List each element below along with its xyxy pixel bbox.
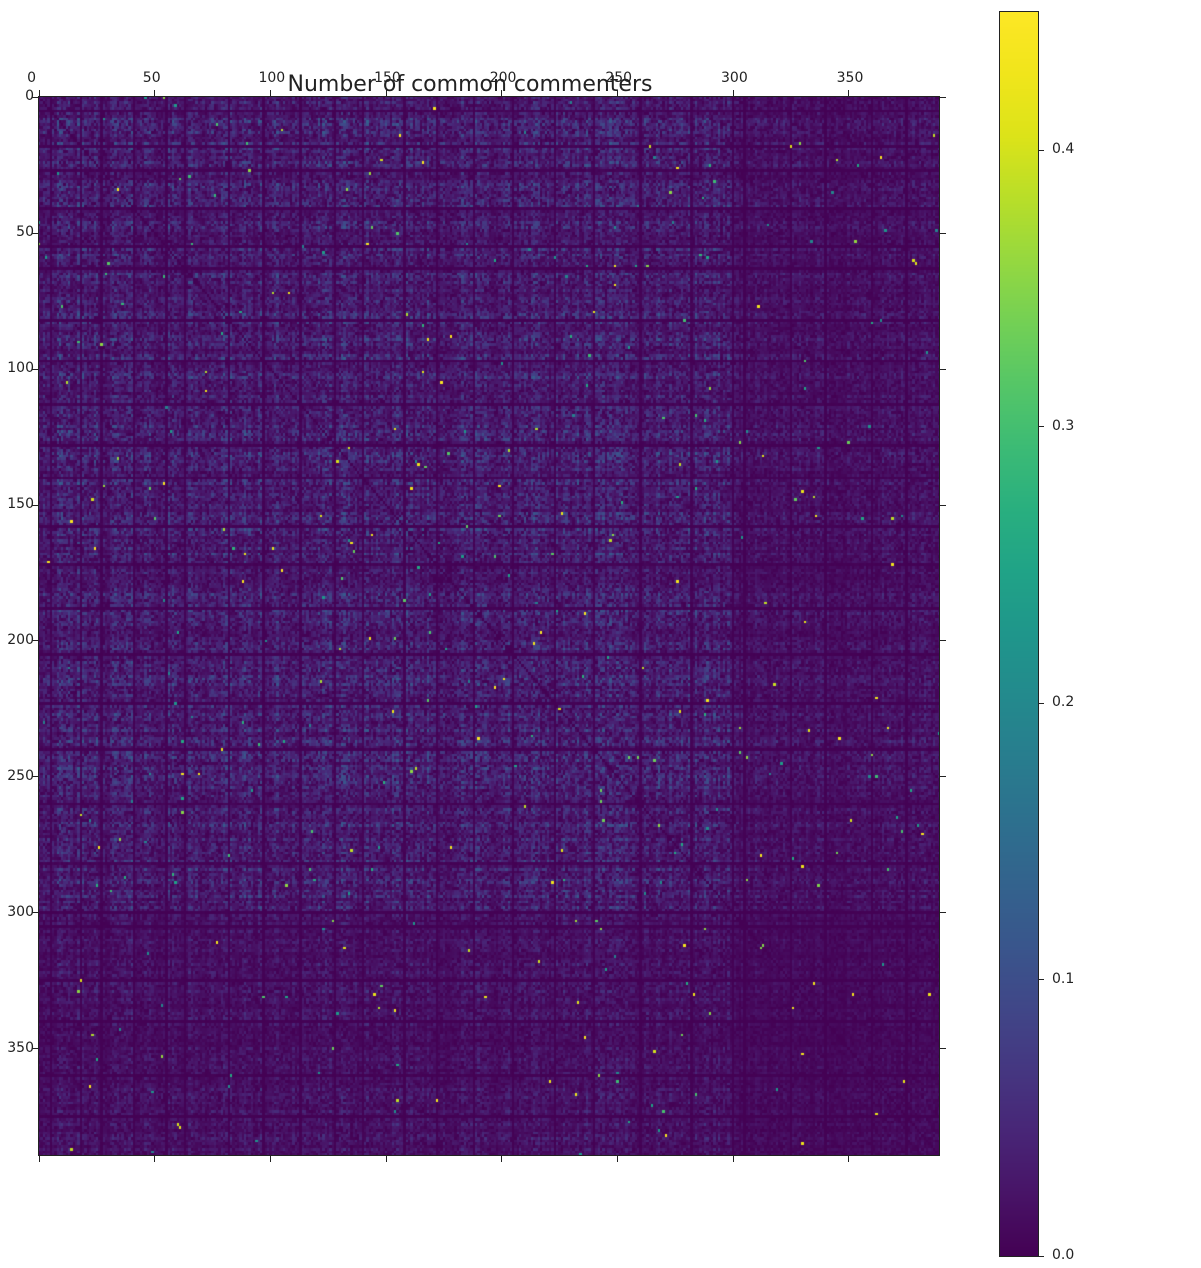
colorbar-tick-label: 0.3	[1052, 418, 1074, 434]
y-tick-mark	[940, 912, 946, 913]
x-tick-mark	[154, 1156, 155, 1162]
x-tick-mark	[501, 90, 502, 96]
y-tick-label: 150	[4, 496, 34, 512]
colorbar-tick-mark	[1038, 426, 1044, 427]
chart-title: Number of common commenters	[0, 72, 940, 97]
colorbar: 0.00.10.20.30.4	[1000, 12, 1038, 1256]
x-tick-label: 100	[258, 70, 285, 86]
y-tick-label: 50	[4, 224, 34, 240]
colorbar-tick-label: 0.1	[1052, 971, 1074, 987]
y-tick-mark	[940, 369, 946, 370]
colorbar-tick-mark	[1038, 703, 1044, 704]
x-tick-mark	[386, 1156, 387, 1162]
y-tick-mark	[940, 97, 946, 98]
x-tick-label: 150	[374, 70, 401, 86]
y-tick-label: 0	[4, 88, 34, 104]
heatmap-canvas	[38, 96, 940, 1156]
x-tick-mark	[270, 90, 271, 96]
x-tick-mark	[39, 90, 40, 96]
x-tick-mark	[501, 1156, 502, 1162]
x-tick-label: 300	[721, 70, 748, 86]
colorbar-tick-label: 0.2	[1052, 694, 1074, 710]
colorbar-tick-label: 0.4	[1052, 141, 1074, 157]
axis-spine-top	[38, 96, 940, 97]
x-tick-label: 50	[143, 70, 161, 86]
x-tick-mark	[386, 90, 387, 96]
axis-spine-bottom	[38, 1155, 940, 1156]
y-tick-label: 200	[4, 632, 34, 648]
x-tick-mark	[617, 90, 618, 96]
y-tick-mark	[940, 776, 946, 777]
x-tick-mark	[848, 90, 849, 96]
figure: { "chart_data": { "type": "heatmap", "ti…	[0, 0, 1201, 1268]
y-tick-label: 250	[4, 768, 34, 784]
x-tick-label: 350	[837, 70, 864, 86]
y-tick-mark	[940, 233, 946, 234]
y-tick-mark	[940, 640, 946, 641]
x-tick-label: 0	[27, 70, 36, 86]
heatmap-plot-area: 050100150200250300350 050100150200250300…	[38, 96, 940, 1156]
axis-spine-left	[38, 96, 39, 1156]
x-tick-mark	[39, 1156, 40, 1162]
x-tick-mark	[733, 90, 734, 96]
colorbar-canvas	[1000, 12, 1038, 1256]
x-tick-mark	[733, 1156, 734, 1162]
y-tick-label: 350	[4, 1040, 34, 1056]
x-tick-label: 200	[490, 70, 517, 86]
axis-spine-right	[939, 96, 940, 1156]
y-tick-label: 300	[4, 904, 34, 920]
colorbar-tick-mark	[1038, 1256, 1044, 1257]
x-tick-label: 250	[605, 70, 632, 86]
y-tick-mark	[940, 505, 946, 506]
y-tick-label: 100	[4, 360, 34, 376]
colorbar-tick-label: 0.0	[1052, 1247, 1074, 1263]
x-tick-mark	[848, 1156, 849, 1162]
x-tick-mark	[154, 90, 155, 96]
y-tick-mark	[940, 1048, 946, 1049]
x-tick-mark	[270, 1156, 271, 1162]
colorbar-tick-mark	[1038, 150, 1044, 151]
x-tick-mark	[617, 1156, 618, 1162]
colorbar-tick-mark	[1038, 979, 1044, 980]
